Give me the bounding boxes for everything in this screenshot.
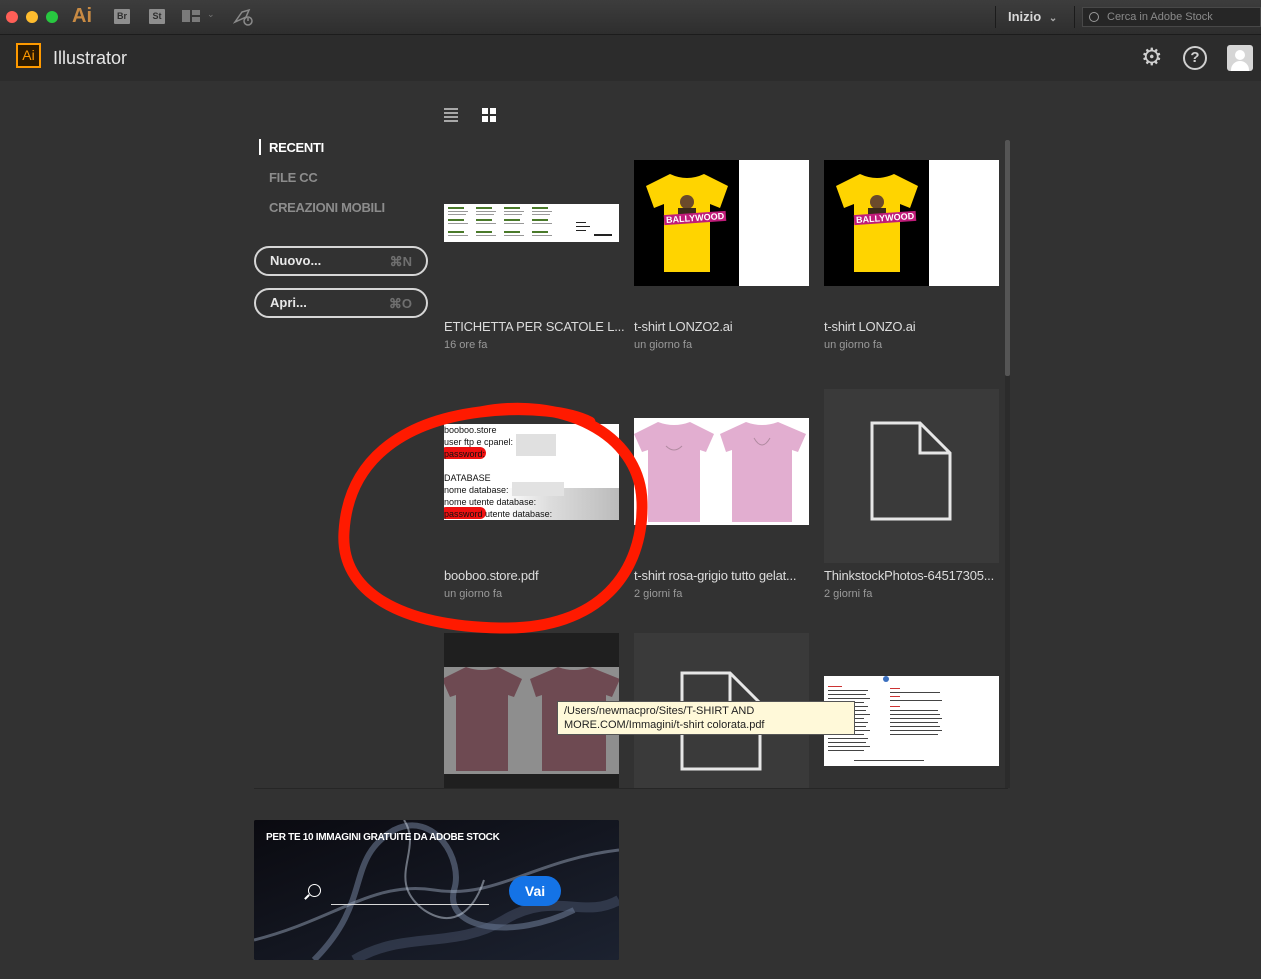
avatar[interactable] — [1227, 45, 1253, 71]
illustrator-logo: Ai — [16, 43, 41, 68]
app-title: Illustrator — [53, 48, 128, 68]
window-titlebar: Ai Br St ⌄ Inizio ⌄ Cerca in Adobe Stock — [0, 0, 1261, 35]
sidebar-item-recenti[interactable]: RECENTI — [269, 140, 324, 155]
gpu-performance-icon[interactable] — [232, 8, 253, 26]
search-icon — [308, 884, 321, 897]
scrollbar-thumb[interactable] — [1005, 140, 1010, 376]
file-thumbnail[interactable] — [634, 389, 809, 563]
file-name[interactable]: ThinkstockPhotos-64517305... — [824, 568, 1000, 583]
divider — [254, 788, 1008, 789]
file-path-tooltip: /Users/newmacpro/Sites/T-SHIRT AND MORE.… — [557, 701, 855, 735]
search-icon — [1089, 12, 1099, 22]
close-window-button[interactable] — [6, 11, 18, 23]
zoom-window-button[interactable] — [46, 11, 58, 23]
bridge-icon[interactable]: Br — [114, 9, 130, 24]
stock-search-input[interactable] — [331, 904, 489, 905]
open-button[interactable]: Apri... ⌘O — [254, 288, 428, 318]
open-button-label: Apri... — [270, 295, 307, 310]
open-shortcut: ⌘O — [388, 296, 412, 311]
file-name[interactable]: t-shirt rosa-grigio tutto gelat... — [634, 568, 814, 583]
workspace-switcher[interactable]: Inizio ⌄ — [1008, 9, 1057, 24]
file-thumbnail[interactable]: BALLYWOOD — [634, 140, 809, 314]
file-name[interactable]: t-shirt LONZO2.ai — [634, 319, 814, 334]
document-icon — [870, 421, 952, 521]
new-button-label: Nuovo... — [270, 253, 322, 268]
file-name[interactable]: t-shirt LONZO.ai — [824, 319, 1000, 334]
file-thumbnail[interactable]: BALLYWOOD — [824, 140, 999, 314]
new-shortcut: ⌘N — [389, 254, 412, 269]
file-time: un giorno fa — [824, 339, 883, 351]
adobe-stock-promo: PER TE 10 IMMAGINI GRATUITE DA ADOBE STO… — [254, 820, 619, 960]
active-indicator — [259, 139, 261, 155]
list-view-icon[interactable] — [444, 108, 458, 122]
stock-search-input[interactable]: Cerca in Adobe Stock — [1082, 7, 1261, 27]
file-time: 16 ore fa — [444, 339, 488, 351]
sidebar-item-file-cc[interactable]: FILE CC — [269, 170, 318, 185]
stock-promo-title: PER TE 10 IMMAGINI GRATUITE DA ADOBE STO… — [266, 832, 500, 843]
minimize-window-button[interactable] — [26, 11, 38, 23]
search-placeholder: Cerca in Adobe Stock — [1107, 11, 1213, 23]
tooltip-line: /Users/newmacpro/Sites/T-SHIRT AND — [564, 705, 755, 717]
help-icon[interactable]: ? — [1183, 46, 1207, 70]
stock-icon[interactable]: St — [149, 9, 165, 24]
tooltip-line: MORE.COM/Immagini/t-shirt colorata.pdf — [564, 719, 765, 731]
file-time: 2 giorni fa — [824, 588, 873, 600]
grid-view-icon[interactable] — [482, 108, 496, 122]
file-thumbnail[interactable] — [824, 389, 999, 563]
arrange-documents-icon[interactable] — [182, 10, 200, 22]
chevron-down-icon: ⌄ — [1048, 13, 1058, 24]
illustrator-menu-icon[interactable]: Ai — [72, 5, 92, 28]
gear-icon[interactable]: ⚙ — [1141, 46, 1163, 70]
file-thumbnail[interactable] — [444, 140, 619, 314]
app-header: Ai Illustrator ⚙ ? — [0, 35, 1261, 81]
sidebar-item-creazioni-mobili[interactable]: CREAZIONI MOBILI — [269, 200, 385, 215]
file-name[interactable]: ETICHETTA PER SCATOLE L... — [444, 319, 624, 334]
file-time: un giorno fa — [634, 339, 693, 351]
annotation-circle — [338, 402, 648, 634]
chevron-down-icon[interactable]: ⌄ — [207, 9, 215, 20]
files-scrollbar[interactable] — [1005, 140, 1010, 788]
new-button[interactable]: Nuovo... ⌘N — [254, 246, 428, 276]
stock-go-button[interactable]: Vai — [509, 876, 561, 906]
